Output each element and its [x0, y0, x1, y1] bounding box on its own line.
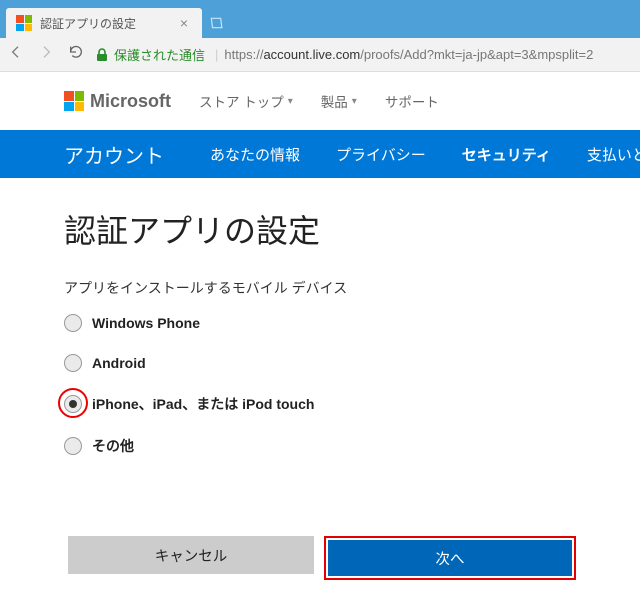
account-nav: アカウント あなたの情報 プライバシー セキュリティ 支払いと請 [0, 130, 640, 178]
site-header: Microsoft ストア トップ▾ 製品▾ サポート [0, 72, 640, 130]
lock-icon [96, 48, 108, 62]
device-options: Windows Phone Android iPhone、iPad、または iP… [64, 314, 576, 456]
option-label: iPhone、iPad、または iPod touch [92, 394, 314, 414]
nav-your-info[interactable]: あなたの情報 [210, 144, 300, 165]
option-windows-phone[interactable]: Windows Phone [64, 314, 576, 332]
nav-privacy[interactable]: プライバシー [336, 144, 426, 165]
option-label: Windows Phone [92, 315, 200, 331]
nav-security[interactable]: セキュリティ [462, 144, 551, 165]
favicon-microsoft-icon [16, 15, 32, 31]
url-host: account.live.com [263, 47, 360, 62]
new-tab-button[interactable] [204, 11, 228, 35]
option-iphone[interactable]: iPhone、iPad、または iPod touch [64, 394, 576, 414]
prompt-label: アプリをインストールするモバイル デバイス [64, 278, 576, 298]
next-button[interactable]: 次へ [328, 540, 572, 576]
option-label: Android [92, 355, 146, 371]
nav-store[interactable]: ストア トップ▾ [199, 91, 293, 111]
cancel-button[interactable]: キャンセル [68, 536, 314, 574]
forward-button[interactable] [38, 44, 54, 65]
browser-toolbar: 保護された通信 | https:// account.live.com /pro… [0, 38, 640, 72]
chevron-down-icon: ▾ [288, 96, 293, 107]
browser-tab-strip: 認証アプリの設定 × [0, 0, 640, 38]
chevron-down-icon: ▾ [352, 96, 357, 107]
option-label: その他 [92, 436, 134, 456]
close-icon[interactable]: × [176, 15, 192, 31]
option-android[interactable]: Android [64, 354, 576, 372]
microsoft-icon [64, 91, 84, 111]
url-path: /proofs/Add?mkt=ja-jp&apt=3&mpsplit=2 [360, 47, 593, 62]
nav-support[interactable]: サポート [385, 91, 439, 111]
back-button[interactable] [8, 44, 24, 65]
nav-billing[interactable]: 支払いと請 [587, 144, 640, 165]
tab-title: 認証アプリの設定 [40, 15, 176, 32]
option-other[interactable]: その他 [64, 436, 576, 456]
radio-icon [64, 354, 82, 372]
radio-icon [64, 395, 82, 413]
button-row: キャンセル 次へ [64, 536, 576, 580]
address-bar[interactable]: 保護された通信 | https:// account.live.com /pro… [96, 45, 632, 64]
browser-tab[interactable]: 認証アプリの設定 × [6, 8, 202, 38]
secure-label: 保護された通信 [114, 45, 205, 64]
nav-products[interactable]: 製品▾ [321, 91, 357, 111]
microsoft-logo[interactable]: Microsoft [64, 91, 171, 112]
brand-text: Microsoft [90, 91, 171, 112]
account-title[interactable]: アカウント [64, 140, 164, 169]
radio-icon [64, 314, 82, 332]
radio-icon [64, 437, 82, 455]
main-content: 認証アプリの設定 アプリをインストールするモバイル デバイス Windows P… [0, 178, 640, 580]
divider: | [215, 47, 218, 62]
url-scheme: https:// [224, 47, 263, 62]
highlight-box: 次へ [324, 536, 576, 580]
page-title: 認証アプリの設定 [64, 206, 576, 252]
reload-button[interactable] [68, 44, 84, 65]
